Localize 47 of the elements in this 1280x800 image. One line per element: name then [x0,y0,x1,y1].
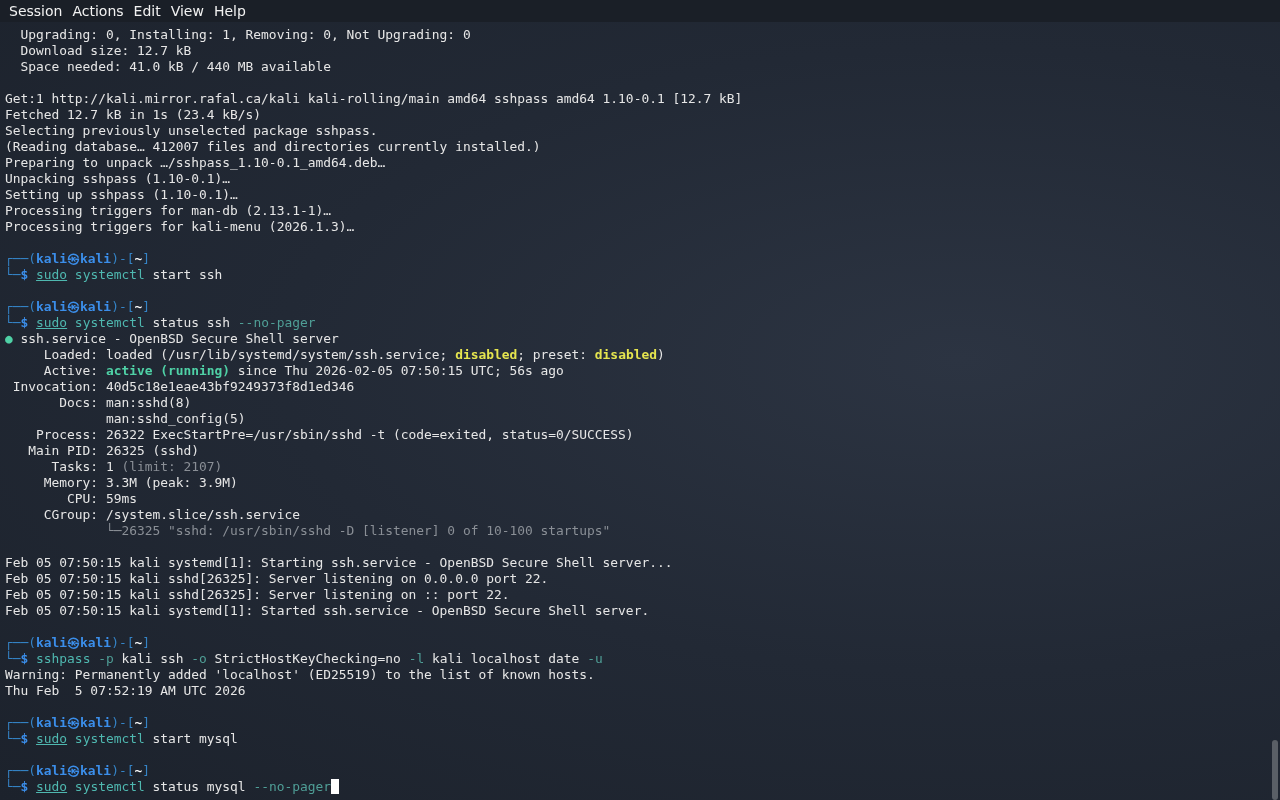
terminal-line: Processing triggers for kali-menu (2026.1.3)… [5,219,355,235]
terminal-line: Feb 05 07:50:15 kali sshd[26325]: Server listening on 0.0.0.0 port 22. [5,571,549,587]
terminal-line: Upgrading: 0, Installing: 1, Removing: 0, Not Upgrading: 0 [19,27,471,43]
terminal-line: Warning: Permanently added 'localhost' (ED25519) to the list of known hosts. [5,667,595,683]
terminal-line: Docs: man:sshd(8) [58,395,192,411]
terminal-line: ┌──(kali㉿kali)-[~] [5,251,150,267]
terminal-line: CGroup: /system.slice/ssh.service [42,507,300,522]
terminal-line: └─$ sshpass -p kali ssh -o StrictHostKeyChecking=no -l kali localhost date -u [5,651,603,667]
terminal-line: man:sshd_config(5) [104,411,246,427]
menu-item[interactable]: Actions [67,0,129,22]
terminal-line: Active: active (running) since Thu 2026-02-05 07:50:15 UTC; 56s ago [42,363,564,379]
terminal-line: Feb 05 07:50:15 kali systemd[1]: Starting ssh.service - OpenBSD Secure Shell server... [5,555,673,571]
terminal-line: Main PID: 26325 (sshd) [27,443,200,459]
terminal-line: CPU: 59ms [66,491,137,507]
terminal-line: Thu Feb 5 07:52:19 AM UTC 2026 [5,683,246,699]
terminal-line: ┌──(kali㉿kali)-[~] [5,635,150,651]
terminal-line: ┌──(kali㉿kali)-[~] [5,763,150,779]
terminal-line: Tasks: 1 (limit: 2107) [50,459,223,475]
terminal-line: (Reading database… 412007 files and directories currently installed.) [5,139,541,155]
terminal-line: ● ssh.service - OpenBSD Secure Shell server [5,331,339,347]
menu-item[interactable]: Help [208,0,251,22]
terminal-line: Process: 26322 ExecStartPre=/usr/sbin/sshd -t (code=exited, status=0/SUCCESS) [35,427,634,443]
terminal-line: Download size: 12.7 kB [19,43,192,59]
terminal-line: Feb 05 07:50:15 kali systemd[1]: Started ssh.service - OpenBSD Secure Shell server. [5,603,650,619]
terminal-line: Space needed: 41.0 kB / 440 MB available [19,59,331,75]
terminal-line: Processing triggers for man-db (2.13.1-1)… [5,203,331,219]
menu-item[interactable]: View [165,0,209,22]
terminal-line: Get:1 http://kali.mirror.rafal.ca/kali kali-rolling/main amd64 sshpass amd64 1.10-0.1 [12.7 kB] [5,91,743,107]
terminal-line: └─$ sudo systemctl start ssh [5,267,223,283]
scrollbar-thumb[interactable] [1272,740,1278,800]
menu-item[interactable]: Edit [128,0,166,22]
terminal-line: ┌──(kali㉿kali)-[~] [5,299,150,315]
terminal-line: Selecting previously unselected package sshpass. [5,123,378,139]
terminal-line: Unpacking sshpass (1.10-0.1)… [5,171,231,187]
terminal-line: Setting up sshpass (1.10-0.1)… [5,187,238,203]
terminal-line: Preparing to unpack …/sshpass_1.10-0.1_amd64.deb… [5,155,386,171]
terminal-line: └─$ sudo systemctl status ssh --no-pager [5,315,316,331]
terminal-line: └─$ sudo systemctl status mysql --no-pager [5,779,331,795]
terminal-line: Invocation: 40d5c18e1eae43bf9249373f8d1ed346 [11,379,355,395]
terminal-line: └─26325 "sshd: /usr/sbin/sshd -D [listener] 0 of 10-100 startups" [104,523,611,539]
terminal-line: ┌──(kali㉿kali)-[~] [5,715,150,731]
terminal-line: Feb 05 07:50:15 kali sshd[26325]: Server listening on :: port 22. [5,587,510,603]
menu-item[interactable]: Session [0,0,68,22]
terminal-line: Fetched 12.7 kB in 1s (23.4 kB/s) [5,107,262,123]
terminal-line: Memory: 3.3M (peak: 3.9M) [42,475,238,491]
terminal-line: Loaded: loaded (/usr/lib/systemd/system/ssh.service; disabled; preset: disabled) [42,347,665,363]
terminal-line: └─$ sudo systemctl start mysql [5,731,238,747]
